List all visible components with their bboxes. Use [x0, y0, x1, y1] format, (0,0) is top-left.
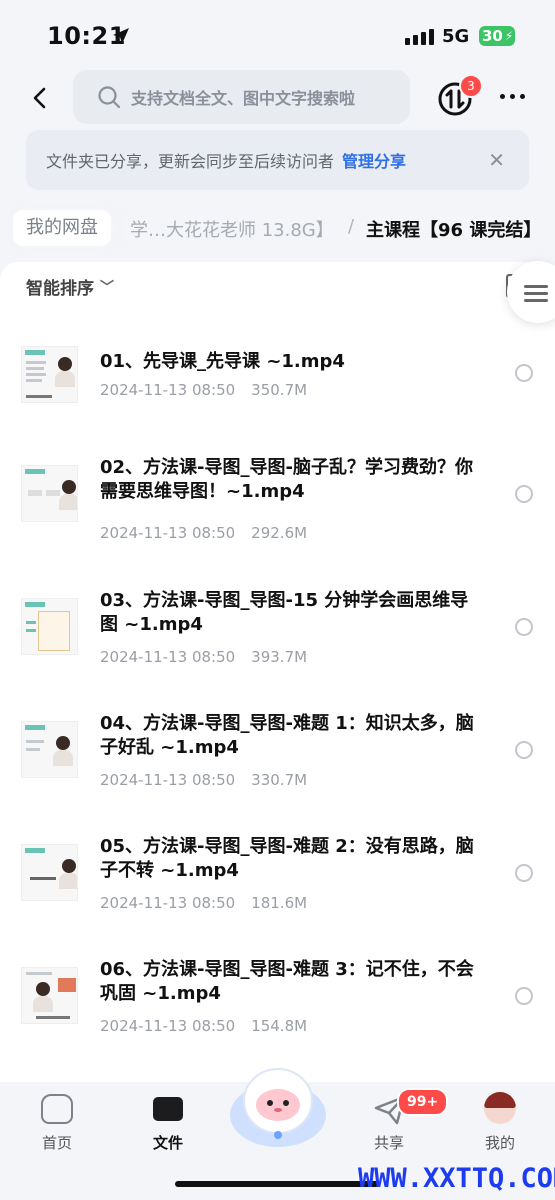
video-thumbnail — [21, 967, 78, 1024]
file-meta: 2024-11-13 08:50 154.8M — [100, 1017, 307, 1035]
battery-icon: 30 ⚡ — [479, 26, 515, 46]
select-radio[interactable] — [515, 364, 533, 382]
file-name: 05、方法课-导图_导图-难题 2：没有思路，脑子不转 ~1.mp4 — [100, 836, 474, 881]
file-name: 03、方法课-导图_导图-15 分钟学会画思维导图 ~1.mp4 — [100, 590, 469, 635]
close-icon[interactable]: ✕ — [488, 148, 505, 172]
file-name: 06、方法课-导图_导图-难题 3：记不住，不会巩固 ~1.mp4 — [100, 959, 474, 1004]
file-size: 330.7M — [251, 771, 308, 789]
file-date: 2024-11-13 08:50 — [100, 1017, 236, 1035]
status-bar: 10:21 5G 30 ⚡ — [0, 0, 555, 72]
transfer-badge: 3 — [459, 74, 483, 98]
tab-files-label: 文件 — [152, 1134, 183, 1152]
select-radio[interactable] — [515, 987, 533, 1005]
file-name: 02、方法课-导图_导图-脑子乱？学习费劲？你需要思维导图！~1.mp4 — [100, 457, 473, 502]
select-radio[interactable] — [515, 864, 533, 882]
file-name: 04、方法课-导图_导图-难题 1：知识太多，脑子好乱 ~1.mp4 — [100, 713, 474, 758]
more-icon[interactable] — [500, 94, 525, 99]
file-list-panel: 智能排序 ﹀ 01、先导课_先导课 ~1.mp4 2024-11-13 08:5… — [0, 261, 555, 1082]
select-radio[interactable] — [515, 741, 533, 759]
back-icon[interactable] — [26, 84, 54, 112]
home-icon — [41, 1094, 73, 1124]
location-arrow-icon — [113, 28, 129, 44]
breadcrumb-current: 主课程【96 课完结】 — [366, 220, 542, 241]
search-icon — [98, 86, 121, 109]
file-size: 393.7M — [251, 648, 308, 666]
file-date: 2024-11-13 08:50 — [100, 771, 236, 789]
file-size: 154.8M — [251, 1017, 308, 1035]
file-date: 2024-11-13 08:50 — [100, 894, 236, 912]
folder-icon — [153, 1097, 183, 1121]
assistant-mascot-icon[interactable] — [228, 1063, 328, 1149]
file-meta: 2024-11-13 08:50 181.6M — [100, 894, 307, 912]
share-notice: 文件夹已分享，更新会同步至后续访问者 管理分享 ✕ — [26, 130, 529, 190]
battery-level: 30 — [482, 27, 503, 45]
notice-text: 文件夹已分享，更新会同步至后续访问者 — [46, 152, 335, 171]
tab-share-label: 共享 — [373, 1134, 404, 1152]
file-size: 350.7M — [251, 381, 308, 399]
video-thumbnail — [21, 346, 78, 403]
share-badge: 99+ — [397, 1088, 449, 1116]
tab-me-label: 我的 — [484, 1134, 515, 1152]
file-date: 2024-11-13 08:50 — [100, 524, 236, 542]
file-meta: 2024-11-13 08:50 393.7M — [100, 648, 307, 666]
video-thumbnail — [21, 465, 78, 522]
search-input[interactable]: 支持文档全文、图中文字搜索啦 — [73, 70, 410, 124]
select-radio[interactable] — [515, 618, 533, 636]
file-meta: 2024-11-13 08:50 330.7M — [100, 771, 307, 789]
menu-icon[interactable] — [507, 261, 555, 323]
file-meta: 2024-11-13 08:50 350.7M — [100, 381, 307, 399]
file-size: 292.6M — [251, 524, 308, 542]
file-date: 2024-11-13 08:50 — [100, 648, 236, 666]
avatar — [484, 1092, 516, 1124]
video-thumbnail — [21, 844, 78, 901]
video-thumbnail — [21, 721, 78, 778]
network-type: 5G — [442, 26, 470, 47]
chevron-down-icon: ﹀ — [100, 279, 114, 296]
video-thumbnail — [21, 598, 78, 655]
breadcrumb-root[interactable]: 我的网盘 — [13, 210, 111, 246]
home-indicator — [175, 1181, 380, 1187]
search-placeholder: 支持文档全文、图中文字搜索啦 — [131, 89, 356, 108]
select-radio[interactable] — [515, 485, 533, 503]
signal-icon — [405, 29, 434, 45]
file-size: 181.6M — [251, 894, 308, 912]
file-date: 2024-11-13 08:50 — [100, 381, 236, 399]
manage-share-link[interactable]: 管理分享 — [342, 148, 406, 172]
breadcrumb: 学…大花花老师 13.8G】 我的网盘 / 主课程【96 课完结】 — [0, 206, 555, 250]
sort-label: 智能排序 — [26, 279, 94, 299]
sort-dropdown[interactable]: 智能排序 ﹀ — [26, 274, 114, 299]
file-name: 01、先导课_先导课 ~1.mp4 — [100, 351, 345, 372]
nav-bar: 支持文档全文、图中文字搜索啦 3 — [0, 70, 555, 126]
file-meta: 2024-11-13 08:50 292.6M — [100, 524, 307, 542]
breadcrumb-parent[interactable]: 学…大花花老师 13.8G】 — [130, 216, 334, 242]
breadcrumb-separator: / — [348, 216, 355, 237]
tab-home-label: 首页 — [41, 1134, 72, 1152]
watermark-text: WWW.XXTTQ.COM — [358, 1163, 555, 1194]
